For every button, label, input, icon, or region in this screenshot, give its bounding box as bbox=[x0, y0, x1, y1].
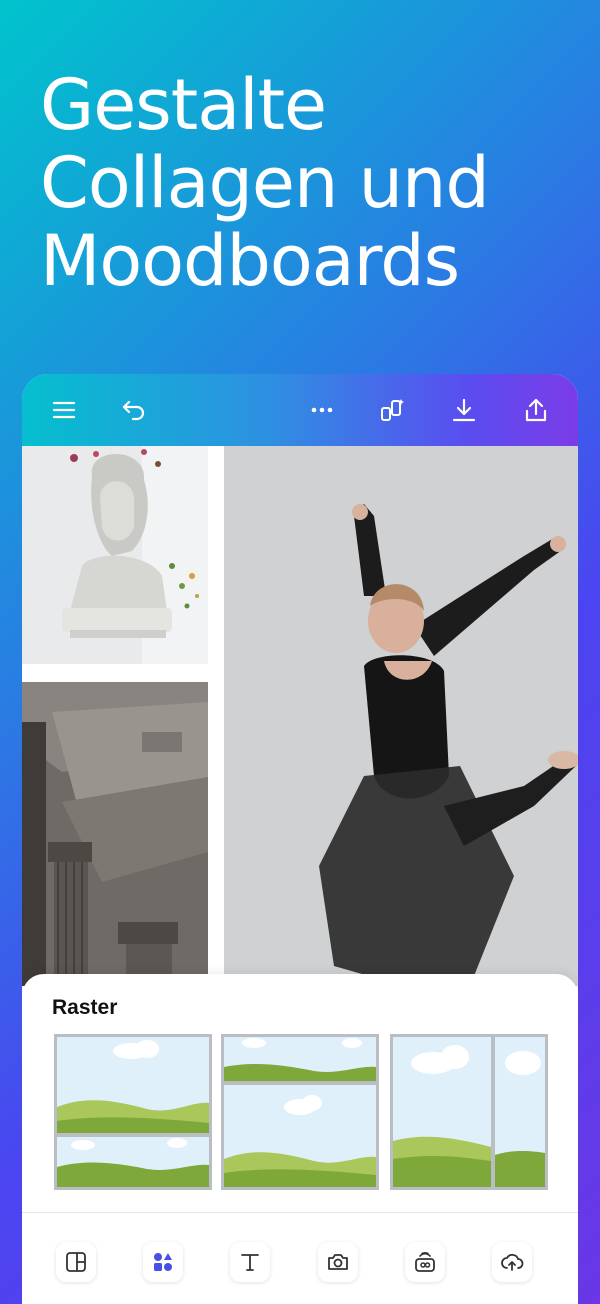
brand-icon bbox=[415, 1251, 435, 1272]
magic-resize-icon bbox=[381, 399, 404, 421]
statue-bust-photo[interactable] bbox=[22, 446, 208, 664]
layout-icon bbox=[66, 1252, 86, 1272]
camera-icon bbox=[328, 1254, 348, 1270]
menu-button[interactable] bbox=[46, 392, 82, 428]
upload-icon bbox=[501, 1253, 524, 1271]
camera-button[interactable] bbox=[318, 1242, 358, 1282]
grid-panel: Raster bbox=[22, 974, 578, 1304]
undo-button[interactable] bbox=[116, 392, 152, 428]
text-icon bbox=[241, 1254, 259, 1271]
grid-two-columns[interactable] bbox=[390, 1034, 548, 1190]
editor-bottom-bar bbox=[22, 1214, 578, 1304]
brand-button[interactable] bbox=[405, 1242, 445, 1282]
app-preview: Raster bbox=[22, 374, 578, 1304]
upload-button[interactable] bbox=[492, 1242, 532, 1282]
headline-line-3: Moodboards bbox=[40, 220, 460, 302]
share-button[interactable] bbox=[518, 392, 554, 428]
menu-icon bbox=[52, 401, 76, 419]
panel-title: Raster bbox=[52, 996, 118, 1019]
share-icon bbox=[525, 398, 547, 422]
headline-line-1: Gestalte bbox=[40, 64, 327, 146]
grid-two-rows[interactable] bbox=[54, 1034, 212, 1190]
download-icon bbox=[452, 398, 476, 422]
grid-small-top-large-bottom[interactable] bbox=[221, 1034, 379, 1190]
design-canvas[interactable] bbox=[22, 446, 578, 986]
architecture-columns-photo[interactable] bbox=[22, 682, 208, 986]
more-icon bbox=[311, 407, 333, 413]
panel-divider bbox=[22, 1212, 578, 1213]
undo-icon bbox=[122, 400, 145, 421]
elements-button[interactable] bbox=[143, 1242, 183, 1282]
text-button[interactable] bbox=[230, 1242, 270, 1282]
more-button[interactable] bbox=[304, 392, 340, 428]
editor-toolbar bbox=[22, 374, 578, 446]
headline: Gestalte Collagen und Moodboards bbox=[40, 66, 580, 300]
dancer-photo[interactable] bbox=[224, 446, 578, 986]
download-button[interactable] bbox=[446, 392, 482, 428]
headline-line-2: Collagen und bbox=[40, 142, 490, 224]
magic-resize-button[interactable] bbox=[374, 392, 410, 428]
layout-button[interactable] bbox=[56, 1242, 96, 1282]
elements-icon bbox=[154, 1253, 172, 1271]
